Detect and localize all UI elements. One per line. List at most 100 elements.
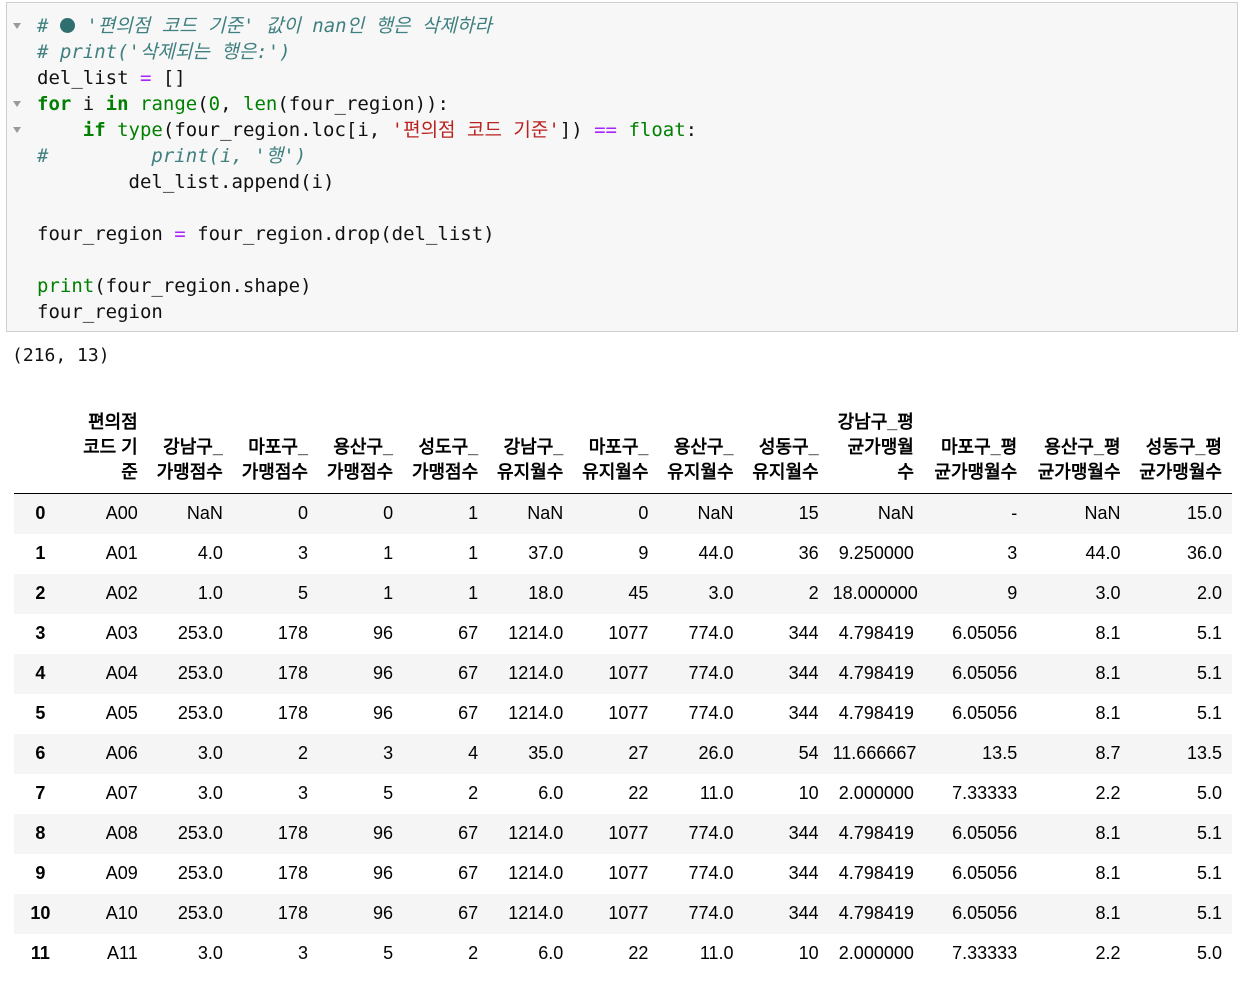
- table-cell: 11.0: [699, 783, 734, 803]
- table-cell: NaN: [697, 503, 734, 524]
- table-cell: A03: [105, 623, 138, 643]
- dataframe-table: 편의점 코드 기준 강남구_가맹점수 마포구_가맹점수 용산구_가맹점수 성도구_가맹점…: [14, 410, 1232, 974]
- code-token: four_region.drop(del_list): [185, 223, 495, 245]
- table-cell: 253.0: [177, 623, 223, 643]
- table-cell: 253.0: [177, 903, 223, 923]
- table-cell: 3.0: [197, 783, 223, 803]
- index-header: [14, 410, 67, 494]
- code-cell-input[interactable]: # '편의점 코드 기준' 값이 nan인 행은 삭제하라 # print('삭제…: [6, 2, 1238, 332]
- table-cell: A08: [105, 823, 138, 843]
- table-cell: 253.0: [177, 823, 223, 843]
- table-cell: 774.0: [688, 823, 734, 843]
- column-header: 편의점 코드 기준: [66, 410, 148, 494]
- table-cell: 1077: [608, 823, 649, 843]
- table-cell: 5.1: [1196, 863, 1222, 883]
- table-cell: 6.0: [538, 943, 564, 963]
- table-cell: 6.05056: [952, 863, 1018, 883]
- table-cell: 1214.0: [508, 703, 564, 723]
- table-cell: 5.1: [1196, 703, 1222, 723]
- table-cell: 344: [788, 623, 819, 643]
- table-cell: 0: [383, 503, 394, 524]
- table-cell: 1214.0: [508, 863, 564, 883]
- table-cell: 4.0: [197, 543, 223, 563]
- table-cell: 18.000000: [832, 583, 918, 603]
- column-header: 마포구_유지월수: [573, 410, 659, 494]
- code-token: float: [628, 119, 686, 141]
- table-cell: 8.1: [1095, 823, 1121, 843]
- table-cell: 35.0: [528, 743, 564, 763]
- table-cell: 8.1: [1095, 903, 1121, 923]
- table-row: 11 A11 3.0 3 5 2 6.0 22 11.0 10 2.000000 7.33333 2.2…: [14, 934, 1232, 974]
- code-editor[interactable]: # '편의점 코드 기준' 값이 nan인 행은 삭제하라 # print('삭제…: [37, 13, 697, 325]
- fold-arrow-icon[interactable]: [13, 101, 21, 107]
- table-cell: 1: [468, 543, 479, 563]
- table-cell: 5.1: [1196, 623, 1222, 643]
- code-line: # '편의점 코드 기준' 값이 nan인 행은 삭제하라: [37, 13, 697, 39]
- fold-arrow-icon[interactable]: [13, 127, 21, 133]
- table-cell: 774.0: [688, 663, 734, 683]
- code-token: ,: [220, 93, 243, 115]
- code-token: type: [117, 119, 163, 141]
- table-cell: 2.000000: [838, 783, 914, 803]
- code-token: in: [105, 93, 129, 115]
- code-token: =: [174, 223, 186, 245]
- table-cell: 8.7: [1095, 743, 1121, 763]
- table-cell: 4.798419: [838, 703, 914, 723]
- table-cell: A00: [105, 503, 138, 524]
- table-cell: 178: [277, 703, 308, 723]
- table-cell: 4.798419: [838, 863, 914, 883]
- table-cell: -: [1011, 503, 1018, 524]
- table-cell: A07: [105, 783, 138, 803]
- column-header: 마포구_평균가맹월수: [923, 410, 1028, 494]
- table-cell: 0: [297, 503, 308, 524]
- table-cell: 1: [468, 503, 479, 524]
- table-cell: 178: [277, 863, 308, 883]
- table-cell: 5.1: [1196, 663, 1222, 683]
- code-line: # print('삭제되는 행은:'): [37, 39, 697, 65]
- code-line: for i in range(0, len(four_region)):: [37, 91, 697, 117]
- table-cell: 3: [297, 943, 308, 963]
- table-cell: 36.0: [1186, 543, 1222, 563]
- table-cell: 5.1: [1196, 903, 1222, 923]
- table-cell: 774.0: [688, 703, 734, 723]
- code-token: range: [140, 93, 198, 115]
- table-cell: 2.2: [1095, 943, 1121, 963]
- table-row: 8 A08 253.0 178 96 67 1214.0 1077 774.0 344 4.7984…: [14, 813, 1232, 854]
- table-cell: 10: [798, 943, 819, 963]
- table-cell: 22: [628, 943, 649, 963]
- row-index: 11: [30, 943, 50, 963]
- table-cell: 253.0: [177, 863, 223, 883]
- stdout-output: (216, 13): [12, 345, 110, 366]
- table-row: 4 A04 253.0 178 96 67 1214.0 1077 774.0 344 4.7984…: [14, 653, 1232, 694]
- code-token: len: [243, 93, 278, 115]
- table-cell: A09: [105, 863, 138, 883]
- table-cell: A11: [107, 943, 138, 963]
- code-token: print: [37, 275, 95, 297]
- table-cell: 178: [277, 623, 308, 643]
- row-index: 3: [35, 623, 46, 643]
- table-cell: 253.0: [177, 663, 223, 683]
- table-cell: 1: [383, 583, 394, 603]
- table-cell: 1077: [608, 863, 649, 883]
- table-cell: 1214.0: [508, 903, 564, 923]
- table-cell: 96: [373, 663, 394, 683]
- code-line: four_region = four_region.drop(del_list): [37, 221, 697, 247]
- table-cell: 8.1: [1095, 623, 1121, 643]
- table-cell: 4.798419: [838, 663, 914, 683]
- row-index: 0: [35, 503, 46, 524]
- table-cell: 774.0: [688, 623, 734, 643]
- table-cell: 54: [798, 743, 819, 763]
- table-cell: 11.666667: [832, 743, 917, 763]
- table-cell: NaN: [1084, 503, 1121, 524]
- table-cell: 344: [788, 903, 819, 923]
- code-token: four_region: [37, 301, 163, 323]
- table-cell: 7.33333: [952, 943, 1018, 963]
- fold-arrow-icon[interactable]: [13, 23, 21, 29]
- table-cell: 13.5: [1186, 743, 1222, 763]
- table-cell: 67: [458, 663, 479, 683]
- column-header: 성도구_가맹점수: [403, 410, 489, 494]
